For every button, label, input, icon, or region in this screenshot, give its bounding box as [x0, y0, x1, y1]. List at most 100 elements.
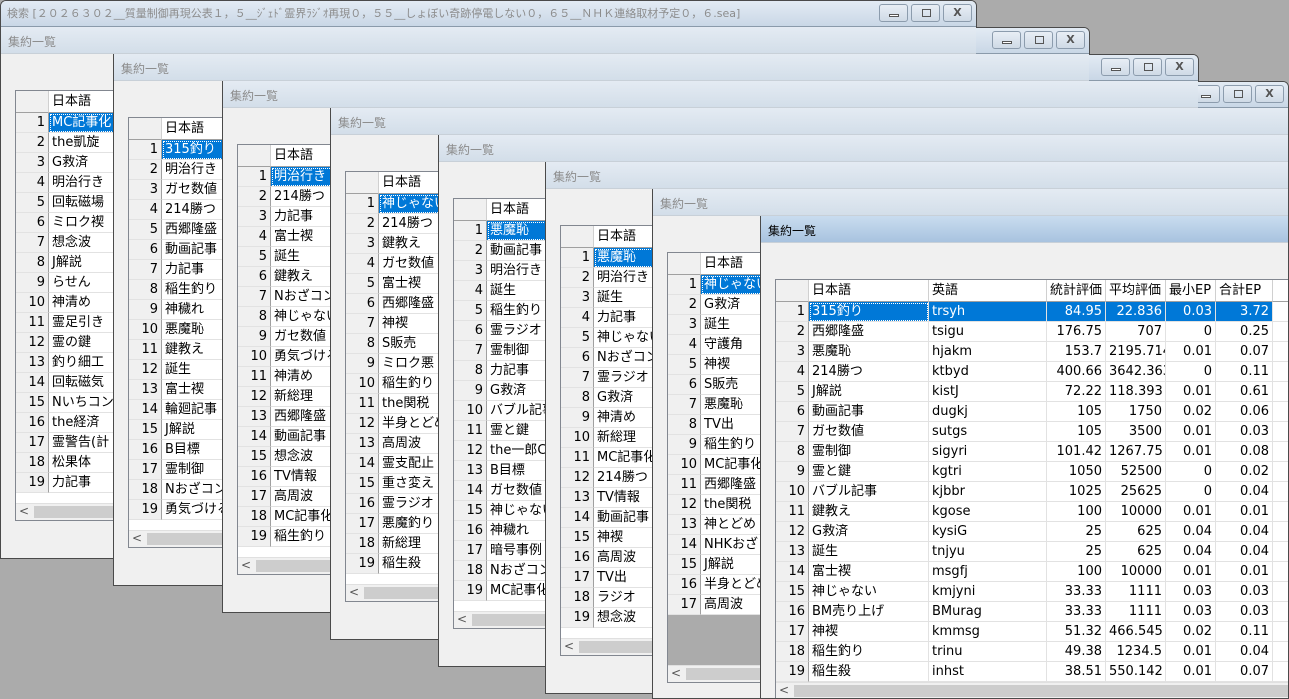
table-cell[interactable]: 動画記事	[809, 402, 929, 422]
table-row[interactable]: 3悪魔恥hjakm153.72195.7140.010.07	[776, 342, 1289, 362]
close-button[interactable]: X	[1255, 85, 1284, 103]
table-cell[interactable]: 悪魔恥	[809, 342, 929, 362]
table-cell[interactable]	[1273, 522, 1289, 542]
table-cell[interactable]: 0.01	[1166, 442, 1216, 462]
table-cell[interactable]: G救済	[809, 522, 929, 542]
table-cell[interactable]: sigyri	[929, 442, 1047, 462]
table-cell[interactable]: 10000	[1106, 562, 1166, 582]
table-cell[interactable]	[1273, 382, 1289, 402]
table-cell[interactable]: tsigu	[929, 322, 1047, 342]
table-cell[interactable]: kjbbr	[929, 482, 1047, 502]
table-cell[interactable]: 稲生釣り	[809, 642, 929, 662]
horizontal-scrollbar[interactable]: <	[776, 682, 1289, 699]
table-cell[interactable]	[1273, 582, 1289, 602]
table-cell[interactable]: kgose	[929, 502, 1047, 522]
data-table[interactable]: 日本語英語統計評価平均評価最小EP合計EP1315釣りtrsyh84.9522.…	[775, 279, 1289, 699]
maximize-button[interactable]	[1223, 85, 1252, 103]
table-cell[interactable]: ガセ数値	[809, 422, 929, 442]
table-cell[interactable]: 0.03	[1166, 582, 1216, 602]
table-cell[interactable]: 0.03	[1216, 602, 1273, 622]
column-header[interactable]	[1273, 280, 1289, 302]
table-cell[interactable]: tnjyu	[929, 542, 1047, 562]
table-cell[interactable]: 105	[1047, 422, 1106, 442]
table-cell[interactable]: J解説	[809, 382, 929, 402]
table-cell[interactable]: 3642.363	[1106, 362, 1166, 382]
scroll-left-arrow-icon[interactable]: <	[19, 504, 29, 518]
table-cell[interactable]	[1273, 542, 1289, 562]
table-cell[interactable]: 707	[1106, 322, 1166, 342]
table-cell[interactable]: 22.836	[1106, 302, 1166, 322]
table-cell[interactable]	[1273, 402, 1289, 422]
table-cell[interactable]: kistJ	[929, 382, 1047, 402]
table-cell[interactable]: 33.33	[1047, 582, 1106, 602]
maximize-button[interactable]	[911, 4, 940, 22]
table-cell[interactable]: 84.95	[1047, 302, 1106, 322]
table-cell[interactable]: 0.04	[1216, 642, 1273, 662]
table-cell[interactable]: 0.25	[1216, 322, 1273, 342]
table-row[interactable]: 9霊と鍵kgtri10505250000.02	[776, 462, 1289, 482]
close-button[interactable]: X	[943, 4, 972, 22]
title-bar[interactable]: 検索 [２０２６３０２__質量制御再現公表１，５__ｼﾞｪﾄﾞ霊界ﾗｼﾞｵ再現０…	[1, 1, 976, 27]
table-cell[interactable]: 0.01	[1216, 502, 1273, 522]
summary-frame-title[interactable]: 集約一覧	[1, 27, 976, 54]
table-row[interactable]: 7ガセ数値sutgs10535000.010.03	[776, 422, 1289, 442]
table-cell[interactable]: 0.03	[1166, 302, 1216, 322]
table-row[interactable]: 17神褉kmmsg51.32466.5450.020.11	[776, 622, 1289, 642]
minimize-button[interactable]	[992, 31, 1021, 49]
table-cell[interactable]: 10000	[1106, 502, 1166, 522]
column-header[interactable]: 統計評価	[1047, 280, 1106, 302]
table-cell[interactable]	[1273, 442, 1289, 462]
summary-frame-title[interactable]: 集約一覧	[439, 135, 1288, 162]
scroll-left-arrow-icon[interactable]: <	[132, 531, 142, 545]
table-cell[interactable]: 西郷隆盛	[809, 322, 929, 342]
scroll-left-arrow-icon[interactable]: <	[564, 639, 574, 653]
table-cell[interactable]: 0.07	[1216, 662, 1273, 682]
table-cell[interactable]	[1273, 662, 1289, 682]
table-row[interactable]: 13誕生tnjyu256250.040.04	[776, 542, 1289, 562]
table-cell[interactable]: 3500	[1106, 422, 1166, 442]
table-cell[interactable]	[1273, 462, 1289, 482]
table-cell[interactable]: バブル記事	[809, 482, 929, 502]
table-cell[interactable]: 214勝つ	[809, 362, 929, 382]
table-cell[interactable]	[1273, 302, 1289, 322]
table-cell[interactable]: 0	[1166, 482, 1216, 502]
table-cell[interactable]: trsyh	[929, 302, 1047, 322]
maximize-button[interactable]	[1133, 58, 1162, 76]
table-cell[interactable]: 0.03	[1216, 422, 1273, 442]
table-row[interactable]: 14富士褉msgfj100100000.010.01	[776, 562, 1289, 582]
table-cell[interactable]: msgfj	[929, 562, 1047, 582]
table-cell[interactable]: 176.75	[1047, 322, 1106, 342]
table-cell[interactable]: kgtri	[929, 462, 1047, 482]
table-cell[interactable]: 0.61	[1216, 382, 1273, 402]
maximize-button[interactable]	[1024, 31, 1053, 49]
table-cell[interactable]: 3.72	[1216, 302, 1273, 322]
table-cell[interactable]: 0.04	[1166, 542, 1216, 562]
table-cell[interactable]	[1273, 602, 1289, 622]
table-cell[interactable]: 51.32	[1047, 622, 1106, 642]
table-cell[interactable]: 118.393	[1106, 382, 1166, 402]
column-header[interactable]: 日本語	[809, 280, 929, 302]
table-cell[interactable]: 33.33	[1047, 602, 1106, 622]
table-cell[interactable]: 富士褉	[809, 562, 929, 582]
table-cell[interactable]: 0.01	[1166, 342, 1216, 362]
table-row[interactable]: 2西郷隆盛tsigu176.7570700.25	[776, 322, 1289, 342]
close-button[interactable]: X	[1056, 31, 1085, 49]
column-header[interactable]: 平均評価	[1106, 280, 1166, 302]
table-row[interactable]: 16BM売り上げBMurag33.3311110.030.03	[776, 602, 1289, 622]
table-cell[interactable]: 鍵教え	[809, 502, 929, 522]
table-cell[interactable]: 1234.5	[1106, 642, 1166, 662]
table-cell[interactable]: 0.01	[1166, 422, 1216, 442]
scroll-left-arrow-icon[interactable]: <	[671, 666, 681, 680]
minimize-button[interactable]	[879, 4, 908, 22]
table-cell[interactable]: 153.7	[1047, 342, 1106, 362]
table-cell[interactable]: sutgs	[929, 422, 1047, 442]
table-cell[interactable]: 38.51	[1047, 662, 1106, 682]
table-cell[interactable]	[1273, 362, 1289, 382]
table-cell[interactable]: 400.66	[1047, 362, 1106, 382]
table-cell[interactable]: hjakm	[929, 342, 1047, 362]
table-cell[interactable]: 0.02	[1166, 402, 1216, 422]
table-row[interactable]: 18稲生釣りtrinu49.381234.50.010.04	[776, 642, 1289, 662]
table-cell[interactable]: 466.545	[1106, 622, 1166, 642]
table-cell[interactable]: dugkj	[929, 402, 1047, 422]
table-cell[interactable]	[1273, 502, 1289, 522]
